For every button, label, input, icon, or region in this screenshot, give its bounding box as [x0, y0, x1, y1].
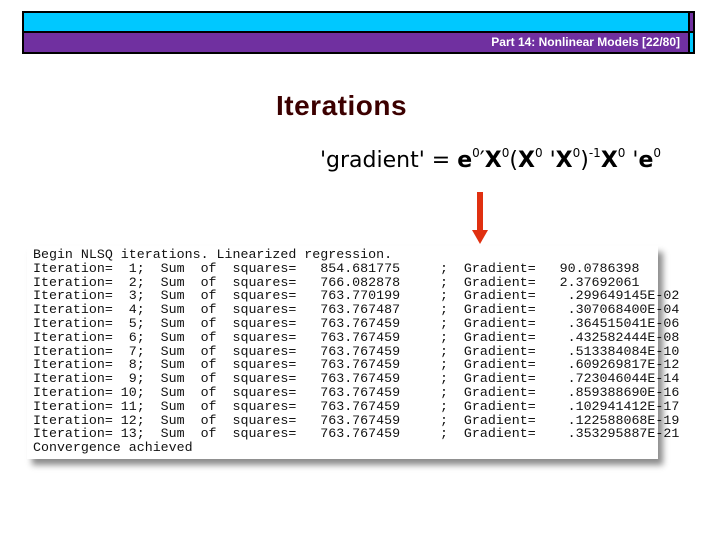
iteration-row: Iteration= 9; Sum of squares= 763.767459…	[33, 371, 680, 387]
iteration-row: Iteration= 8; Sum of squares= 763.767459…	[33, 357, 680, 373]
iteration-row: Iteration= 3; Sum of squares= 763.770199…	[33, 288, 680, 304]
iteration-row: Iteration= 6; Sum of squares= 763.767459…	[33, 329, 680, 345]
banner-cyan-block	[690, 33, 693, 52]
iteration-row: Iteration= 4; Sum of squares= 763.767487…	[33, 302, 680, 318]
header-title: Part 14: Nonlinear Models [22/80]	[491, 35, 680, 49]
iteration-row: Iteration= 7; Sum of squares= 763.767459…	[33, 343, 680, 359]
console-footer: Convergence achieved	[33, 440, 193, 456]
banner-purple-block	[690, 13, 693, 31]
gradient-formula: 'gradient' = e0′X0(X0 'X0)-1X0 'e0	[320, 146, 661, 173]
iteration-row: Iteration= 1; Sum of squares= 854.681775…	[33, 260, 640, 276]
banner-cyan-bar	[24, 13, 688, 31]
console-header: Begin NLSQ iterations. Linearized regres…	[33, 247, 393, 262]
iteration-row: Iteration= 12; Sum of squares= 763.76745…	[33, 412, 680, 428]
formula-label: 'gradient'	[320, 148, 425, 173]
iteration-row: Iteration= 11; Sum of squares= 763.76745…	[33, 398, 680, 414]
header-banner: Part 14: Nonlinear Models [22/80]	[22, 11, 695, 54]
iteration-row: Iteration= 5; Sum of squares= 763.767459…	[33, 315, 680, 331]
slide-title: Iterations	[276, 90, 408, 121]
formula-expression: e0′X0(X0 'X0)-1X0 'e0	[457, 146, 662, 173]
formula-equals: =	[431, 148, 451, 173]
console-output: Begin NLSQ iterations. Linearized regres…	[27, 246, 680, 459]
iteration-row: Iteration= 13; Sum of squares= 763.76745…	[33, 426, 680, 442]
banner-purple-bar: Part 14: Nonlinear Models [22/80]	[24, 33, 688, 52]
console-text: Begin NLSQ iterations. Linearized regres…	[27, 246, 680, 456]
down-arrow-icon	[472, 192, 488, 244]
iteration-row: Iteration= 10; Sum of squares= 763.76745…	[33, 384, 680, 400]
iteration-row: Iteration= 2; Sum of squares= 766.082878…	[33, 274, 640, 290]
